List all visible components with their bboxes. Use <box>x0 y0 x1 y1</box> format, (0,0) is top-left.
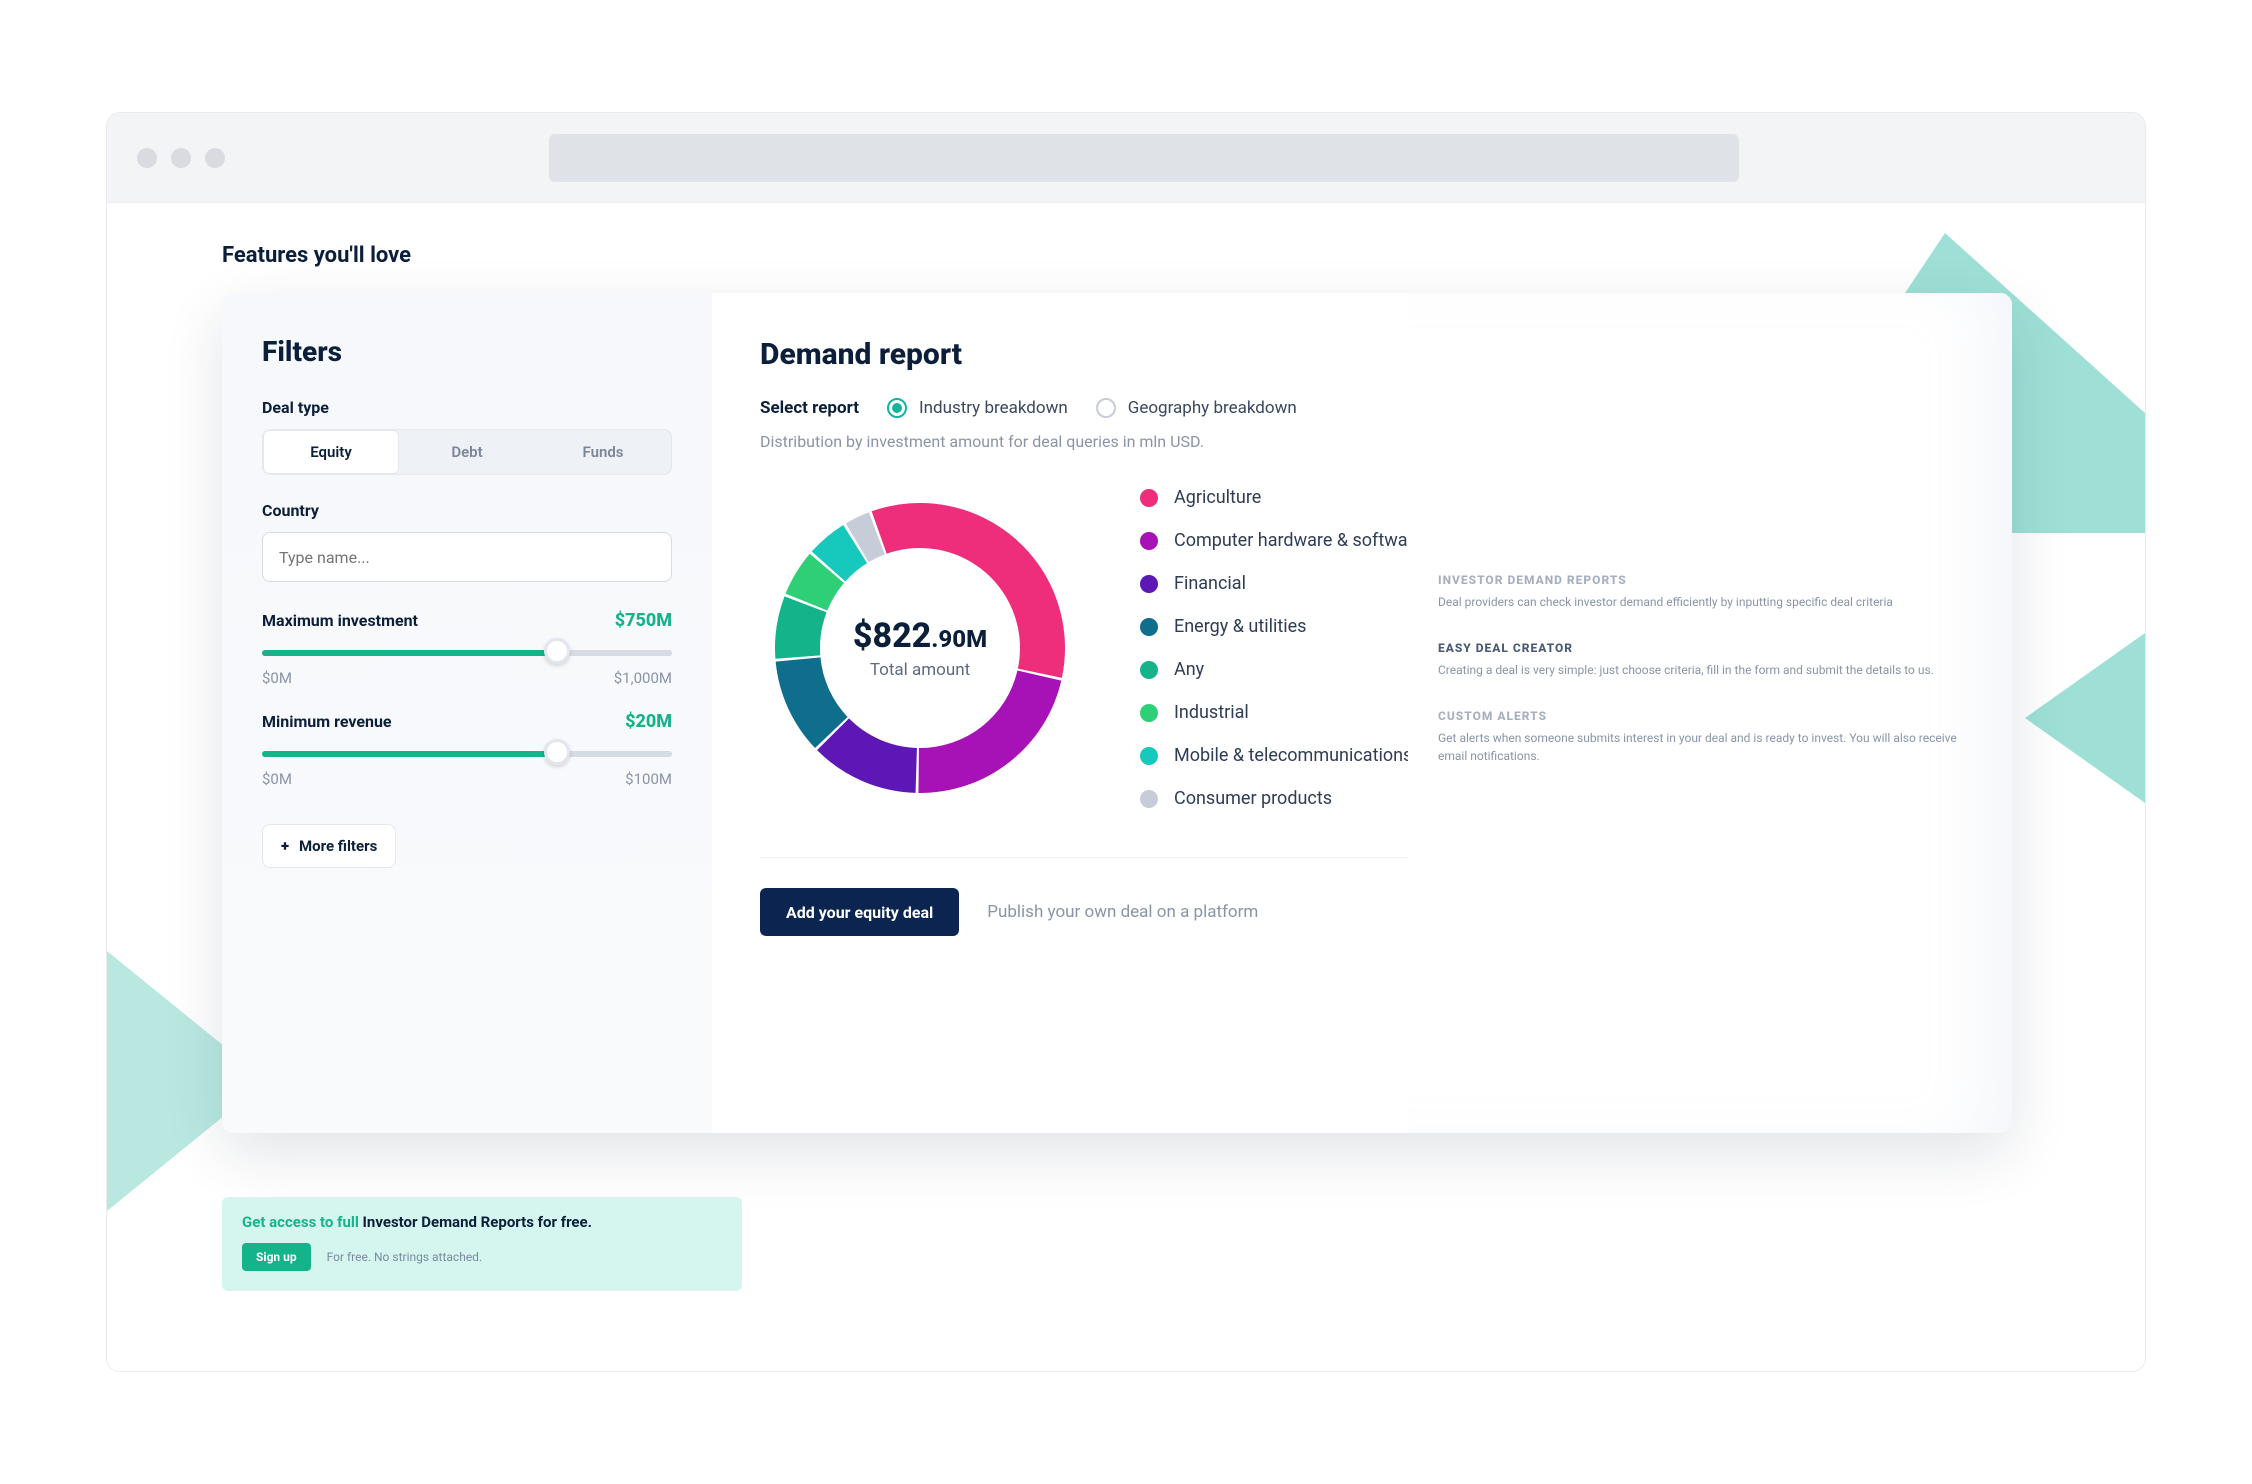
total-amount: $822.90M <box>853 616 987 656</box>
tab-equity[interactable]: Equity <box>263 430 399 474</box>
signup-button[interactable]: Sign up <box>242 1243 311 1271</box>
legend-item: Any <box>1140 659 1423 680</box>
legend-item: Agriculture <box>1140 487 1423 508</box>
filters-panel: Filters Deal type Equity Debt Funds Coun… <box>222 293 712 1133</box>
legend-label: Industrial <box>1174 702 1249 723</box>
legend-swatch <box>1140 575 1158 593</box>
chart-legend: Agriculture Computer hardware & software F… <box>1140 487 1423 809</box>
legend-item: Computer hardware & software <box>1140 530 1423 551</box>
cta-helper-text: Publish your own deal on a platform <box>987 902 1258 922</box>
legend-swatch <box>1140 618 1158 636</box>
country-label: Country <box>262 501 672 520</box>
radio-geography-label: Geography breakdown <box>1128 398 1297 418</box>
page-body: Features you'll love Filters Deal type E… <box>107 203 2145 1371</box>
min-revenue-label: Minimum revenue <box>262 712 392 731</box>
legend-label: Computer hardware & software <box>1174 530 1423 551</box>
window-dot <box>205 148 225 168</box>
min-revenue-min: $0M <box>262 770 292 788</box>
tab-debt[interactable]: Debt <box>399 430 535 474</box>
address-bar[interactable] <box>549 134 1739 182</box>
legend-swatch <box>1140 532 1158 550</box>
promo-banner: Get access to full Investor Demand Repor… <box>222 1197 742 1291</box>
max-investment-slider[interactable] <box>262 641 672 663</box>
features-overlay: INVESTOR DEMAND REPORTS Deal providers ca… <box>1408 293 2012 1133</box>
legend-item: Consumer products <box>1140 788 1423 809</box>
more-filters-label: More filters <box>299 837 377 855</box>
feature-description: Deal providers can check investor demand… <box>1438 593 1972 611</box>
legend-swatch <box>1140 704 1158 722</box>
min-revenue-slider[interactable] <box>262 742 672 764</box>
report-card: Filters Deal type Equity Debt Funds Coun… <box>222 293 2012 1133</box>
legend-swatch <box>1140 489 1158 507</box>
legend-item: Mobile & telecommunications <box>1140 745 1423 766</box>
legend-item: Industrial <box>1140 702 1423 723</box>
radio-industry-label: Industry breakdown <box>919 398 1068 418</box>
legend-label: Financial <box>1174 573 1246 594</box>
feature-title: INVESTOR DEMAND REPORTS <box>1438 573 1972 587</box>
legend-label: Mobile & telecommunications <box>1174 745 1412 766</box>
legend-label: Consumer products <box>1174 788 1332 809</box>
total-amount-label: Total amount <box>870 660 970 680</box>
max-investment-value: $750M <box>615 610 672 631</box>
feature-description: Get alerts when someone submits interest… <box>1438 729 1972 765</box>
legend-label: Any <box>1174 659 1204 680</box>
radio-geography-breakdown[interactable]: Geography breakdown <box>1096 398 1297 418</box>
tab-funds[interactable]: Funds <box>535 430 671 474</box>
legend-label: Energy & utilities <box>1174 616 1306 637</box>
feature-title: CUSTOM ALERTS <box>1438 709 1972 723</box>
browser-titlebar <box>107 113 2145 203</box>
country-input[interactable] <box>262 532 672 582</box>
max-investment-max: $1,000M <box>614 669 672 687</box>
max-investment-label: Maximum investment <box>262 611 418 630</box>
legend-item: Financial <box>1140 573 1423 594</box>
window-dot <box>171 148 191 168</box>
radio-dot-icon <box>887 398 907 418</box>
promo-headline: Get access to full Investor Demand Repor… <box>242 1213 722 1231</box>
min-revenue-value: $20M <box>625 711 672 732</box>
deal-type-tabs: Equity Debt Funds <box>262 429 672 475</box>
feature-block: EASY DEAL CREATOR Creating a deal is very… <box>1438 641 1972 679</box>
radio-industry-breakdown[interactable]: Industry breakdown <box>887 398 1068 418</box>
feature-block: INVESTOR DEMAND REPORTS Deal providers ca… <box>1438 573 1972 611</box>
max-investment-min: $0M <box>262 669 292 687</box>
add-equity-deal-button[interactable]: Add your equity deal <box>760 888 959 936</box>
select-report-label: Select report <box>760 398 859 418</box>
window-dot <box>137 148 157 168</box>
feature-description: Creating a deal is very simple: just cho… <box>1438 661 1972 679</box>
deal-type-label: Deal type <box>262 398 672 417</box>
filters-title: Filters <box>262 335 672 368</box>
more-filters-button[interactable]: + More filters <box>262 824 396 868</box>
browser-frame: Features you'll love Filters Deal type E… <box>106 112 2146 1372</box>
radio-dot-icon <box>1096 398 1116 418</box>
plus-icon: + <box>281 837 289 855</box>
legend-item: Energy & utilities <box>1140 616 1423 637</box>
legend-swatch <box>1140 790 1158 808</box>
min-revenue-max: $100M <box>625 770 672 788</box>
feature-block: CUSTOM ALERTS Get alerts when someone sub… <box>1438 709 1972 765</box>
donut-chart: $822.90M Total amount <box>760 488 1080 808</box>
section-headline: Features you'll love <box>222 243 411 268</box>
legend-swatch <box>1140 661 1158 679</box>
feature-title: EASY DEAL CREATOR <box>1438 641 1972 655</box>
promo-subtext: For free. No strings attached. <box>327 1250 483 1264</box>
legend-label: Agriculture <box>1174 487 1261 508</box>
decorative-triangle <box>2025 633 2145 803</box>
legend-swatch <box>1140 747 1158 765</box>
